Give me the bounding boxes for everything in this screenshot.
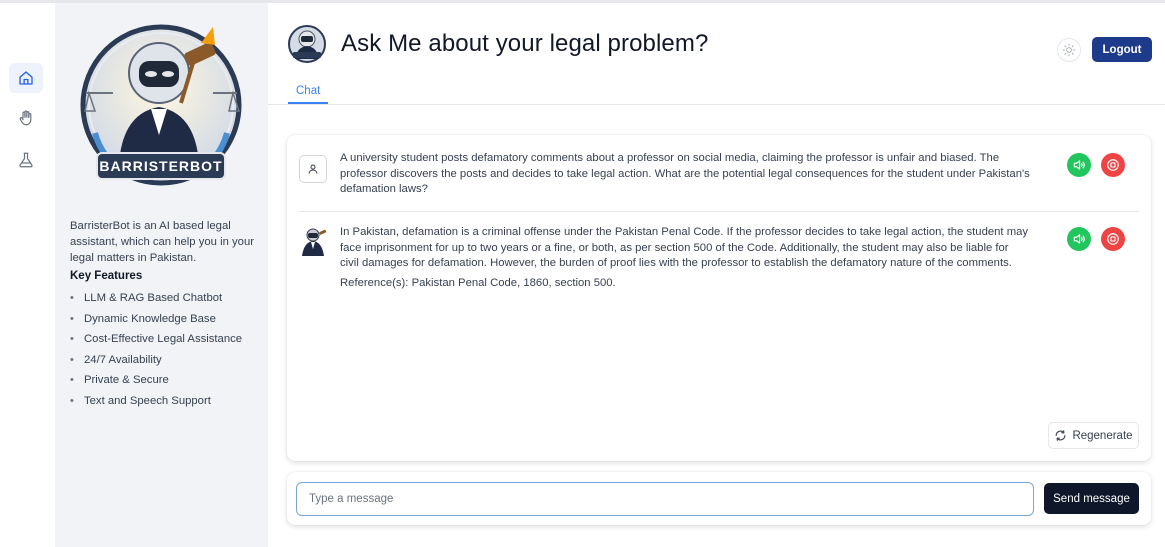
composer: Send message xyxy=(287,472,1151,525)
stop-icon xyxy=(1107,159,1119,171)
header-bot-avatar xyxy=(288,25,326,63)
stop-icon xyxy=(1107,233,1119,245)
theme-toggle-button[interactable] xyxy=(1057,38,1081,62)
tab-chat[interactable]: Chat xyxy=(288,85,329,104)
bot-message-text: In Pakistan, defamation is a criminal of… xyxy=(340,226,1029,269)
regenerate-label: Regenerate xyxy=(1072,429,1133,442)
feature-item: • 24/7 Availability xyxy=(70,352,242,373)
chat-panel: A university student posts defamatory co… xyxy=(287,135,1151,461)
user-message-text: A university student posts defamatory co… xyxy=(340,152,1030,195)
message-divider xyxy=(299,211,1139,212)
feature-label: Private & Secure xyxy=(84,374,169,387)
feature-item: • Private & Secure xyxy=(70,372,242,393)
logout-button[interactable]: Logout xyxy=(1092,37,1152,62)
home-icon xyxy=(19,71,33,85)
feature-item: • LLM & RAG Based Chatbot xyxy=(70,290,242,311)
stop-audio-button[interactable] xyxy=(1101,227,1125,251)
message-input[interactable] xyxy=(296,482,1034,516)
feature-item: • Text and Speech Support xyxy=(70,393,242,414)
features-title: Key Features xyxy=(70,270,143,282)
rail-flask-button[interactable] xyxy=(9,145,43,175)
send-message-button[interactable]: Send message xyxy=(1044,483,1139,514)
feature-label: LLM & RAG Based Chatbot xyxy=(84,292,223,304)
flask-icon xyxy=(19,152,33,168)
rail-home-button[interactable] xyxy=(9,63,43,93)
bot-avatar xyxy=(302,228,327,256)
feature-item: • Cost-Effective Legal Assistance xyxy=(70,331,242,352)
sun-icon xyxy=(1062,43,1076,57)
feature-label: Cost-Effective Legal Assistance xyxy=(84,333,243,346)
icon-rail xyxy=(0,3,55,547)
feature-item: • Dynamic Knowledge Base xyxy=(70,311,242,332)
logo-text: BARRISTERBOT xyxy=(99,158,222,174)
speak-button[interactable] xyxy=(1067,227,1091,251)
stop-audio-button[interactable] xyxy=(1101,153,1125,177)
hand-icon xyxy=(19,110,32,126)
feature-label: Text and Speech Support xyxy=(84,394,211,407)
speaker-icon xyxy=(1073,234,1085,244)
sidebar: BARRISTERBOT BarristerBot is an AI based… xyxy=(55,3,268,547)
refresh-icon xyxy=(1056,430,1066,441)
rail-hand-button[interactable] xyxy=(9,103,43,133)
tab-divider xyxy=(268,104,1165,105)
barristerbot-logo: BARRISTERBOT xyxy=(80,24,242,186)
bullet-icon: • xyxy=(70,374,74,387)
feature-label: Dynamic Knowledge Base xyxy=(84,312,216,325)
bot-message-reference: Reference(s): Pakistan Penal Code, 1860,… xyxy=(340,277,616,289)
bullet-icon: • xyxy=(70,394,74,407)
features-list: • LLM & RAG Based Chatbot • Dynamic Knowle… xyxy=(70,290,242,414)
bullet-icon: • xyxy=(70,292,74,304)
bullet-icon: • xyxy=(70,353,74,366)
feature-label: 24/7 Availability xyxy=(84,353,162,366)
page-title: Ask Me about your legal problem? xyxy=(341,30,709,57)
speak-button[interactable] xyxy=(1067,153,1091,177)
bullet-icon: • xyxy=(70,333,74,346)
regenerate-button[interactable]: Regenerate xyxy=(1048,422,1139,449)
speaker-icon xyxy=(1073,160,1085,170)
user-avatar xyxy=(299,155,327,183)
bullet-icon: • xyxy=(70,312,74,325)
sidebar-description: BarristerBot is an AI based legal assist… xyxy=(70,220,254,264)
user-icon xyxy=(308,164,318,174)
